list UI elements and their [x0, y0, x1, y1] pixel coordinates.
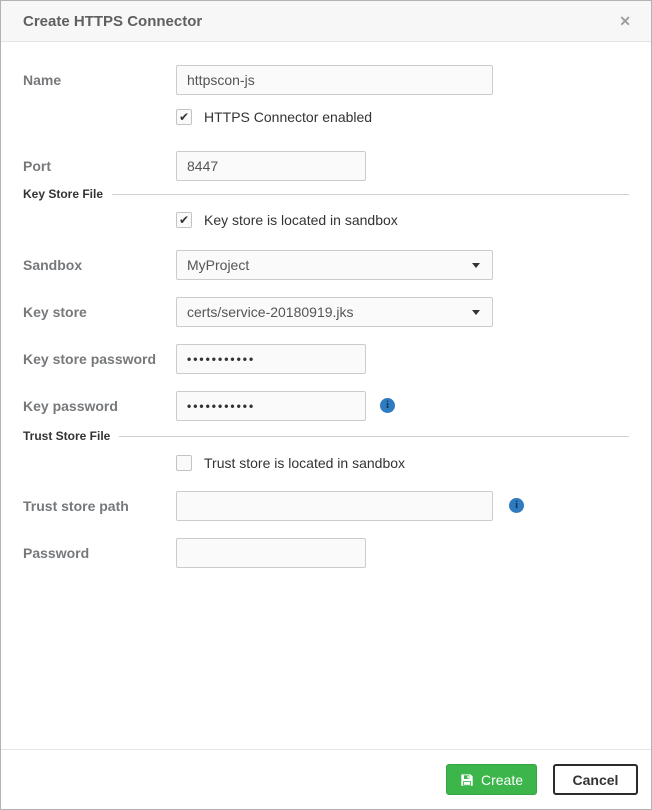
key-store-selected-value: certs/service-20180919.jks: [187, 304, 354, 320]
key-store-row: Key store certs/service-20180919.jks: [1, 297, 651, 327]
key-store-label: Key store: [23, 297, 171, 327]
name-label: Name: [23, 65, 171, 95]
key-store-password-input[interactable]: [176, 344, 366, 374]
key-password-row: Key password i: [1, 391, 651, 421]
dialog-header: Create HTTPS Connector ✕: [1, 1, 651, 42]
key-store-sandbox-checkbox-label: Key store is located in sandbox: [204, 212, 398, 228]
key-store-sandbox-checkbox[interactable]: ✔: [176, 212, 192, 228]
enabled-checkbox-label: HTTPS Connector enabled: [204, 109, 372, 125]
trust-store-section: Trust Store File: [23, 429, 629, 443]
trust-store-section-title: Trust Store File: [23, 429, 110, 443]
name-row: Name: [1, 65, 651, 95]
sandbox-row: Sandbox MyProject: [1, 250, 651, 280]
trust-password-label: Password: [23, 538, 171, 568]
key-store-password-label: Key store password: [23, 344, 171, 374]
port-label: Port: [23, 151, 171, 181]
enabled-checkbox[interactable]: ✔: [176, 109, 192, 125]
trust-store-sandbox-checkbox-label: Trust store is located in sandbox: [204, 455, 405, 471]
sandbox-label: Sandbox: [23, 250, 171, 280]
trust-store-path-label: Trust store path: [23, 491, 171, 521]
check-icon: ✔: [179, 213, 189, 227]
key-password-input[interactable]: [176, 391, 366, 421]
port-input[interactable]: [176, 151, 366, 181]
key-store-section-title: Key Store File: [23, 187, 103, 201]
key-store-select[interactable]: certs/service-20180919.jks: [176, 297, 493, 327]
trust-password-row: Password: [1, 538, 651, 568]
info-icon[interactable]: i: [509, 498, 524, 513]
create-https-connector-dialog: Create HTTPS Connector ✕ Name ✔ HTTPS Co…: [0, 0, 652, 810]
key-store-section: Key Store File: [23, 187, 629, 201]
create-button[interactable]: Create: [446, 764, 537, 795]
section-divider: [112, 194, 629, 195]
key-store-sandbox-checkbox-row: ✔ Key store is located in sandbox: [176, 210, 398, 230]
trust-store-sandbox-checkbox[interactable]: [176, 455, 192, 471]
save-icon: [460, 773, 474, 787]
trust-password-input[interactable]: [176, 538, 366, 568]
dialog-footer: Create Cancel: [1, 749, 651, 809]
caret-down-icon: [472, 263, 480, 268]
sandbox-select[interactable]: MyProject: [176, 250, 493, 280]
caret-down-icon: [472, 310, 480, 315]
trust-store-path-row: Trust store path i: [1, 491, 651, 521]
cancel-button-label: Cancel: [573, 772, 619, 788]
port-row: Port: [1, 151, 651, 181]
trust-store-path-input[interactable]: [176, 491, 493, 521]
key-password-label: Key password: [23, 391, 171, 421]
name-input[interactable]: [176, 65, 493, 95]
close-icon[interactable]: ✕: [619, 14, 631, 28]
info-icon[interactable]: i: [380, 398, 395, 413]
key-store-password-row: Key store password: [1, 344, 651, 374]
sandbox-selected-value: MyProject: [187, 257, 249, 273]
section-divider: [119, 436, 629, 437]
enabled-checkbox-row: ✔ HTTPS Connector enabled: [176, 107, 372, 127]
create-button-label: Create: [481, 772, 523, 788]
cancel-button[interactable]: Cancel: [553, 764, 638, 795]
check-icon: ✔: [179, 110, 189, 124]
trust-store-sandbox-checkbox-row: Trust store is located in sandbox: [176, 453, 405, 473]
dialog-title: Create HTTPS Connector: [23, 13, 619, 30]
